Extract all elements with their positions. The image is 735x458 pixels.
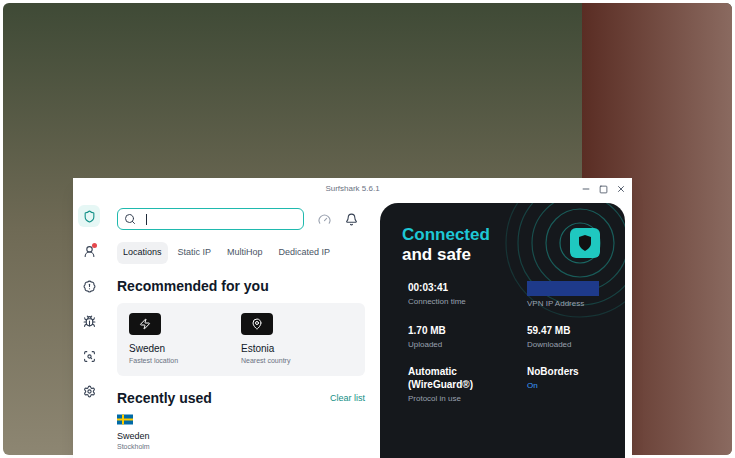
recommended-caption: Fastest location (129, 356, 241, 367)
sidebar-item[interactable] (78, 380, 100, 402)
tabs: LocationsStatic IPMultiHopDedicated IP (117, 242, 365, 264)
title-bar: Surfshark 5.6.1 (73, 178, 632, 200)
sweden-flag-icon (117, 414, 133, 425)
status-area: Connectedand safe 00:03:41 Connection time… (373, 200, 632, 458)
sidebar-item[interactable] (78, 345, 100, 367)
recent-country: Sweden (117, 430, 365, 442)
stat: Automatic (WireGuard®) Protocol in use (408, 365, 527, 405)
sidebar-icon (83, 210, 96, 223)
sidebar-item[interactable] (78, 310, 100, 332)
lightning-icon (139, 318, 151, 330)
stat: 59.47 MB Downloaded (527, 324, 625, 351)
window-title: Surfshark 5.6.1 (325, 183, 379, 195)
recommended-caption: Nearest country (241, 356, 353, 367)
stat-label: Downloaded (527, 339, 625, 351)
sidebar-icon (83, 280, 96, 293)
recommended-item[interactable]: EstoniaNearest country (241, 313, 353, 367)
status-heading: Connected (402, 225, 625, 245)
page: Surfshark 5.6.1 LocationsStatic IPMultiHo… (0, 0, 735, 458)
redacted-value (527, 281, 599, 296)
pin-icon (251, 318, 263, 330)
stat-label: Connection time (408, 296, 527, 308)
stat-label: VPN IP Address (527, 298, 625, 310)
clear-list-button[interactable]: Clear list (330, 392, 365, 406)
status-subheading: and safe (402, 245, 625, 265)
recommended-title: Recommended for you (117, 276, 365, 297)
minimize-icon[interactable] (581, 184, 591, 194)
stat-value: 59.47 MB (527, 324, 617, 337)
search-field[interactable] (117, 208, 304, 230)
tab[interactable]: Locations (117, 242, 168, 264)
close-icon[interactable] (616, 184, 626, 194)
recommended-badge (129, 313, 161, 335)
sidebar-icon (83, 385, 96, 398)
app-window: Surfshark 5.6.1 LocationsStatic IPMultiHo… (73, 178, 632, 458)
shield-logo-icon (578, 235, 592, 251)
stat-label: Uploaded (408, 339, 527, 351)
stat-label: Protocol in use (408, 393, 527, 405)
tab[interactable]: Dedicated IP (273, 242, 337, 264)
badge-dot (92, 243, 97, 248)
stat: NoBorders On (527, 365, 625, 405)
sidebar-icon (83, 315, 96, 328)
sidebar-item[interactable] (78, 205, 100, 227)
sidebar-item[interactable] (78, 240, 100, 262)
stat: 00:03:41 Connection time (408, 281, 527, 310)
text-caret (146, 214, 147, 225)
tab[interactable]: Static IP (172, 242, 218, 264)
recommended-name: Sweden (129, 341, 241, 356)
sidebar-icon (83, 350, 96, 363)
stats-grid: 00:03:41 Connection timeVPN IP Address 1.7… (402, 281, 625, 405)
sidebar (73, 200, 105, 458)
locations-panel: LocationsStatic IPMultiHopDedicated IP Re… (105, 200, 373, 458)
recommended-item[interactable]: SwedenFastest location (129, 313, 241, 367)
toggle-title: NoBorders (527, 365, 625, 378)
status-card: Connectedand safe 00:03:41 Connection time… (380, 203, 625, 458)
recent-title: Recently used (117, 388, 212, 409)
stat-value: Automatic (WireGuard®) (408, 365, 498, 391)
tab[interactable]: MultiHop (221, 242, 269, 264)
recommended-name: Estonia (241, 341, 353, 356)
stat-value: 1.70 MB (408, 324, 498, 337)
recent-city: Stockholm (117, 442, 365, 452)
recommended-badge (241, 313, 273, 335)
sidebar-item[interactable] (78, 275, 100, 297)
bell-icon[interactable] (345, 213, 358, 226)
stat: 1.70 MB Uploaded (408, 324, 527, 351)
window-body: LocationsStatic IPMultiHopDedicated IP Re… (73, 200, 632, 458)
recent-header: Recently used Clear list (117, 388, 365, 409)
shield-logo (570, 228, 600, 258)
toggle-state[interactable]: On (527, 380, 625, 392)
stat: VPN IP Address (527, 281, 625, 310)
recommended-card: SwedenFastest locationEstoniaNearest cou… (117, 303, 365, 377)
maximize-icon[interactable] (599, 185, 608, 194)
speed-icon[interactable] (318, 213, 331, 226)
search-row (117, 208, 365, 230)
stat-value: 00:03:41 (408, 281, 498, 294)
recent-item[interactable]: SwedenStockholm (117, 414, 365, 452)
search-icon (124, 213, 136, 225)
